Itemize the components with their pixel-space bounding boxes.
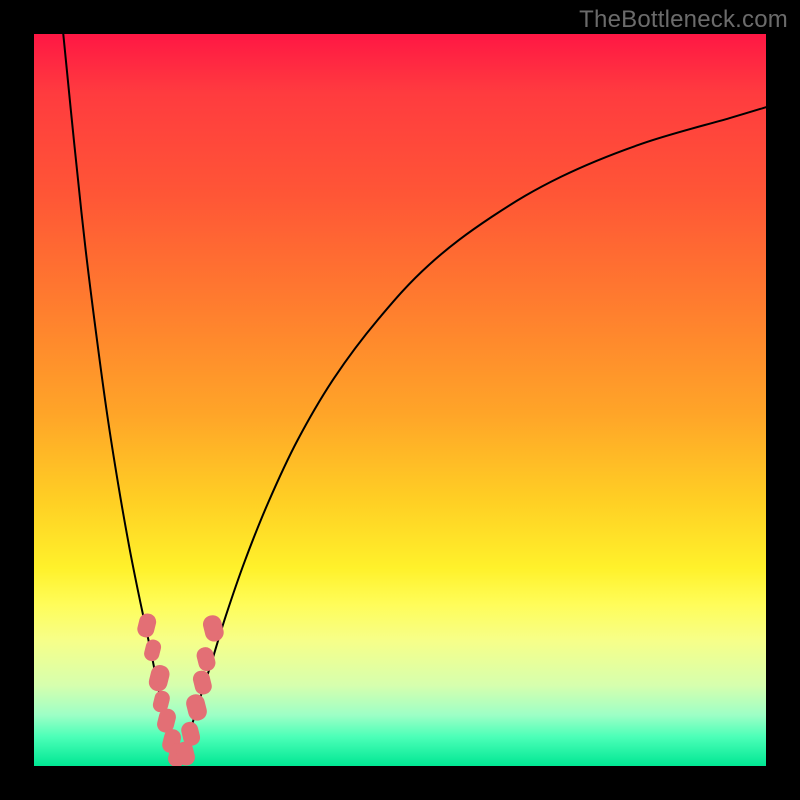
curve-right-branch: [180, 107, 766, 764]
data-marker: [184, 692, 209, 722]
data-marker: [143, 638, 163, 663]
data-marker: [201, 613, 226, 643]
data-marker: [147, 663, 172, 693]
data-marker: [191, 669, 213, 696]
chart-svg: [34, 34, 766, 766]
data-marker: [195, 645, 217, 672]
data-marker: [136, 612, 158, 639]
watermark-text: TheBottleneck.com: [579, 6, 788, 34]
chart-plot: [34, 34, 766, 766]
chart-frame: TheBottleneck.com: [0, 0, 800, 800]
curve-left-branch: [63, 34, 179, 764]
